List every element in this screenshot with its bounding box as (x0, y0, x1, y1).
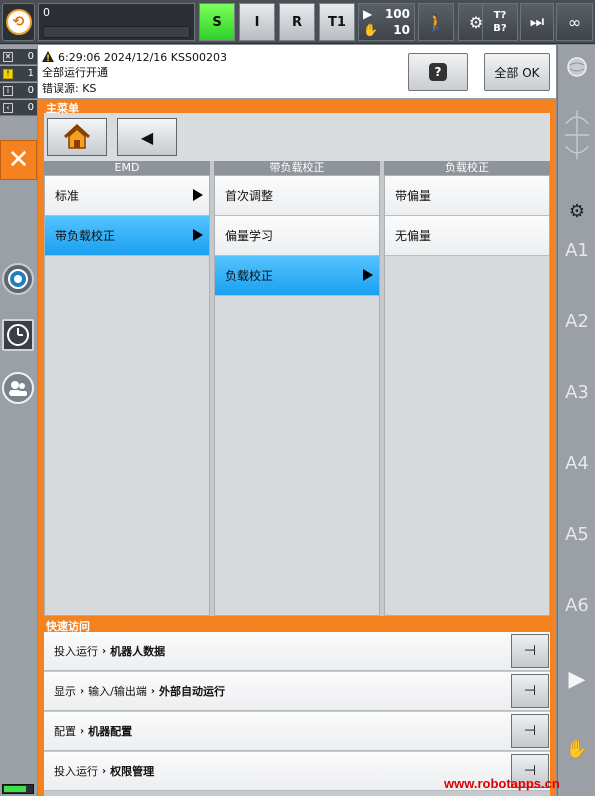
settings-gear-icon[interactable] (2, 263, 34, 295)
help-button[interactable]: ? (408, 53, 468, 91)
dialog-message-counter[interactable]: ‹ 0 (0, 100, 37, 116)
tool-label: T? (493, 10, 507, 21)
base-label: B? (493, 23, 507, 34)
message-text: 全部运行开通 (42, 66, 108, 79)
close-menu-button[interactable]: ✕ (0, 140, 37, 180)
close-icon: ✕ (7, 145, 30, 175)
quick-access-row[interactable]: 配置 › 机器配置 ⊣ (44, 712, 550, 751)
message-header: 6:29:06 2024/12/16 KSS00203 (42, 51, 227, 66)
program-progress-value: 0 (43, 6, 50, 19)
start-forward-icon[interactable]: ▶ (561, 663, 593, 695)
breadcrumb-separator-icon: › (102, 765, 107, 777)
menu-item-standard[interactable]: 标准 (45, 176, 209, 216)
ack-message-counter[interactable]: ✕ 0 (0, 49, 37, 65)
pin-icon[interactable]: ⊣ (511, 634, 549, 668)
robot-axis-icon[interactable]: ⚙ (561, 195, 593, 227)
pin-icon[interactable]: ⊣ (511, 714, 549, 748)
axis-a6-label[interactable]: A6 (558, 595, 595, 616)
warning-message-counter[interactable]: ! 1 (0, 66, 37, 82)
tool-base-selection[interactable]: T? B? (482, 3, 518, 41)
pin-icon[interactable]: ⊣ (511, 674, 549, 708)
menu-item-load-correction[interactable]: 带负载校正 (45, 216, 209, 256)
message-timestamp: 6:29:06 2024/12/16 KSS00203 (58, 51, 227, 64)
menu-column-load-correction: 首次调整 偏量学习 负载校正 (214, 175, 380, 616)
column-header-emd: EMD (44, 161, 210, 175)
jog-speed: 10 (393, 23, 410, 37)
program-progress[interactable]: 0 (38, 3, 195, 41)
breadcrumb-separator-icon: › (80, 725, 85, 737)
quick-access-row[interactable]: 显示 › 输入/输出端 › 外部自动运行 ⊣ (44, 672, 550, 711)
watermark: www.robotapps.cn (444, 776, 560, 791)
operating-mode[interactable]: T1 (319, 3, 355, 41)
robot-logo-icon[interactable]: ⟲ (2, 3, 35, 41)
speed-override[interactable]: ▶ 100 ✋ 10 (358, 3, 415, 41)
menu-item-offset-learning[interactable]: 偏量学习 (215, 216, 379, 256)
robot-interpreter-status[interactable]: R (279, 3, 315, 41)
warning-triangle-icon (42, 51, 54, 66)
jog-ring-icon[interactable] (561, 105, 593, 165)
home-button[interactable] (47, 118, 107, 156)
ack-icon: ✕ (3, 51, 13, 62)
axis-a5-label[interactable]: A5 (558, 524, 595, 545)
user-group-icon[interactable] (2, 372, 34, 404)
axis-a4-label[interactable]: A4 (558, 453, 595, 474)
skip-forward-icon[interactable]: ⏭ (520, 3, 554, 41)
submenu-arrow-icon (193, 189, 203, 201)
menu-columns: EMD 带负载校正 负载校正 标准 带负载校正 首次调整 偏量学习 负载校正 带… (44, 161, 550, 616)
quick-access-list: 投入运行 › 机器人数据 ⊣ 显示 › 输入/输出端 › 外部自动运行 ⊣ 配置 › 机器配置 … (44, 632, 550, 796)
home-icon (63, 123, 91, 149)
submenu-arrow-icon (193, 229, 203, 241)
jog-hand-icon: ✋ (363, 23, 378, 37)
breadcrumb-separator-icon: › (150, 685, 155, 697)
menu-item-with-offset[interactable]: 带偏量 (385, 176, 549, 216)
axis-a3-label[interactable]: A3 (558, 382, 595, 403)
program-progress-bar (43, 26, 190, 38)
main-menu-panel: 主菜单 ◀ EMD 带负载校正 负载校正 标准 带负载校正 首次调整 偏量学习 … (38, 99, 556, 796)
column-header-load-correction: 带负载校正 (214, 161, 380, 175)
ack-all-button[interactable]: 全部 OK (484, 53, 550, 91)
info-icon: i (3, 85, 13, 96)
question-icon: ? (429, 63, 447, 81)
clock-icon[interactable] (2, 319, 34, 351)
warning-icon: ! (3, 68, 13, 79)
back-arrow-icon: ◀ (140, 127, 154, 147)
submit-interpreter-status[interactable]: S (199, 3, 235, 41)
axis-a1-label[interactable]: A1 (558, 240, 595, 261)
menu-item-load-calibration[interactable]: 负载校正 (215, 256, 379, 296)
drives-status[interactable]: I (239, 3, 275, 41)
quick-access-row[interactable]: 投入运行 › 机器人数据 ⊣ (44, 632, 550, 671)
battery-icon (2, 784, 34, 794)
menu-navigation: ◀ (44, 113, 550, 161)
axis-a2-label[interactable]: A2 (558, 311, 595, 332)
dialog-icon: ‹ (3, 102, 13, 113)
play-icon: ▶ (363, 7, 373, 21)
left-sidebar: ✕ 0 ! 1 i0 ‹ 0 ✕ (0, 45, 37, 796)
right-sidebar: ⚙ A1 A2 A3 A4 A5 A6 ▶ ✋ (557, 45, 595, 796)
column-header-load-calibration: 负载校正 (384, 161, 550, 175)
jog-hand-icon[interactable]: ✋ (561, 733, 593, 765)
override-speed: 100 (384, 7, 410, 21)
message-source: 错误源: KS (42, 82, 97, 95)
increment-mode[interactable]: ∞ (556, 3, 593, 41)
walking-man-icon[interactable]: 🚶 (418, 3, 454, 41)
menu-item-first-adjustment[interactable]: 首次调整 (215, 176, 379, 216)
infinity-icon: ∞ (567, 12, 582, 32)
globe-icon[interactable] (561, 51, 593, 83)
submenu-arrow-icon (363, 269, 373, 281)
back-button[interactable]: ◀ (117, 118, 177, 156)
status-bar: ⟲ 0 S I R T1 ▶ 100 ✋ 10 🚶 ⚙ T? B? ⏭ ∞ (0, 0, 595, 44)
breadcrumb-separator-icon: › (80, 685, 85, 697)
message-window[interactable]: 6:29:06 2024/12/16 KSS00203 全部运行开通 错误源: … (38, 45, 556, 99)
menu-column-emd: 标准 带负载校正 (44, 175, 210, 616)
breadcrumb-separator-icon: › (102, 645, 107, 657)
menu-column-load-calibration: 带偏量 无偏量 (384, 175, 550, 616)
info-message-counter[interactable]: i0 (0, 83, 37, 99)
menu-item-without-offset[interactable]: 无偏量 (385, 216, 549, 256)
